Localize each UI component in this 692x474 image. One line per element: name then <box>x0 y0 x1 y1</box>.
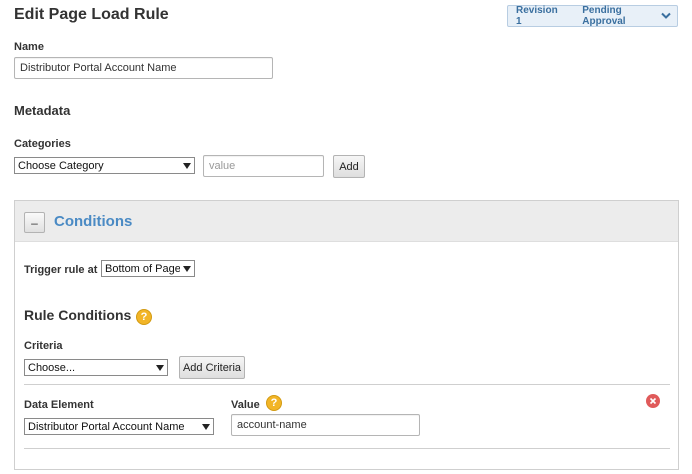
page-title: Edit Page Load Rule <box>14 6 169 23</box>
dropdown-arrow-icon <box>180 162 194 169</box>
name-input[interactable] <box>14 57 273 79</box>
condition-value-input[interactable] <box>231 414 420 436</box>
add-criteria-button[interactable]: Add Criteria <box>179 356 245 379</box>
metadata-heading: Metadata <box>14 103 71 118</box>
category-value-input[interactable] <box>203 155 324 177</box>
data-element-select-value: Distributor Portal Account Name <box>28 420 185 433</box>
chevron-down-icon <box>661 12 671 20</box>
conditions-header: – Conditions <box>15 201 678 242</box>
condition-divider <box>24 448 670 449</box>
help-icon[interactable]: ? <box>136 309 152 325</box>
trigger-select[interactable]: Bottom of Page <box>101 260 195 277</box>
revision-status: Pending Approval <box>582 5 626 27</box>
criteria-label: Criteria <box>24 340 63 352</box>
conditions-title[interactable]: Conditions <box>54 213 132 230</box>
category-select-value: Choose Category <box>18 159 104 172</box>
criteria-divider <box>24 384 670 385</box>
help-icon[interactable]: ? <box>266 395 282 411</box>
add-category-button[interactable]: Add <box>333 155 365 178</box>
criteria-select-value: Choose... <box>28 361 76 374</box>
rule-conditions-heading: Rule Conditions <box>24 307 132 323</box>
dropdown-arrow-icon <box>199 423 213 430</box>
revision-dropdown[interactable]: Revision 1 Pending Approval <box>507 5 678 27</box>
data-element-select[interactable]: Distributor Portal Account Name <box>24 418 214 435</box>
dropdown-arrow-icon <box>180 265 194 272</box>
revision-label: Revision 1 <box>516 5 558 27</box>
categories-label: Categories <box>14 138 71 150</box>
trigger-select-value: Bottom of Page <box>105 262 180 275</box>
category-select[interactable]: Choose Category <box>14 157 195 174</box>
trigger-label: Trigger rule at <box>24 264 98 276</box>
value-label: Value <box>231 399 260 411</box>
data-element-label: Data Element <box>24 399 94 411</box>
criteria-select[interactable]: Choose... <box>24 359 168 376</box>
remove-condition-icon[interactable] <box>646 394 660 408</box>
name-label: Name <box>14 41 44 53</box>
conditions-panel: – Conditions Trigger rule at Bottom of P… <box>14 200 679 470</box>
collapse-button[interactable]: – <box>24 212 45 233</box>
dropdown-arrow-icon <box>153 364 167 371</box>
